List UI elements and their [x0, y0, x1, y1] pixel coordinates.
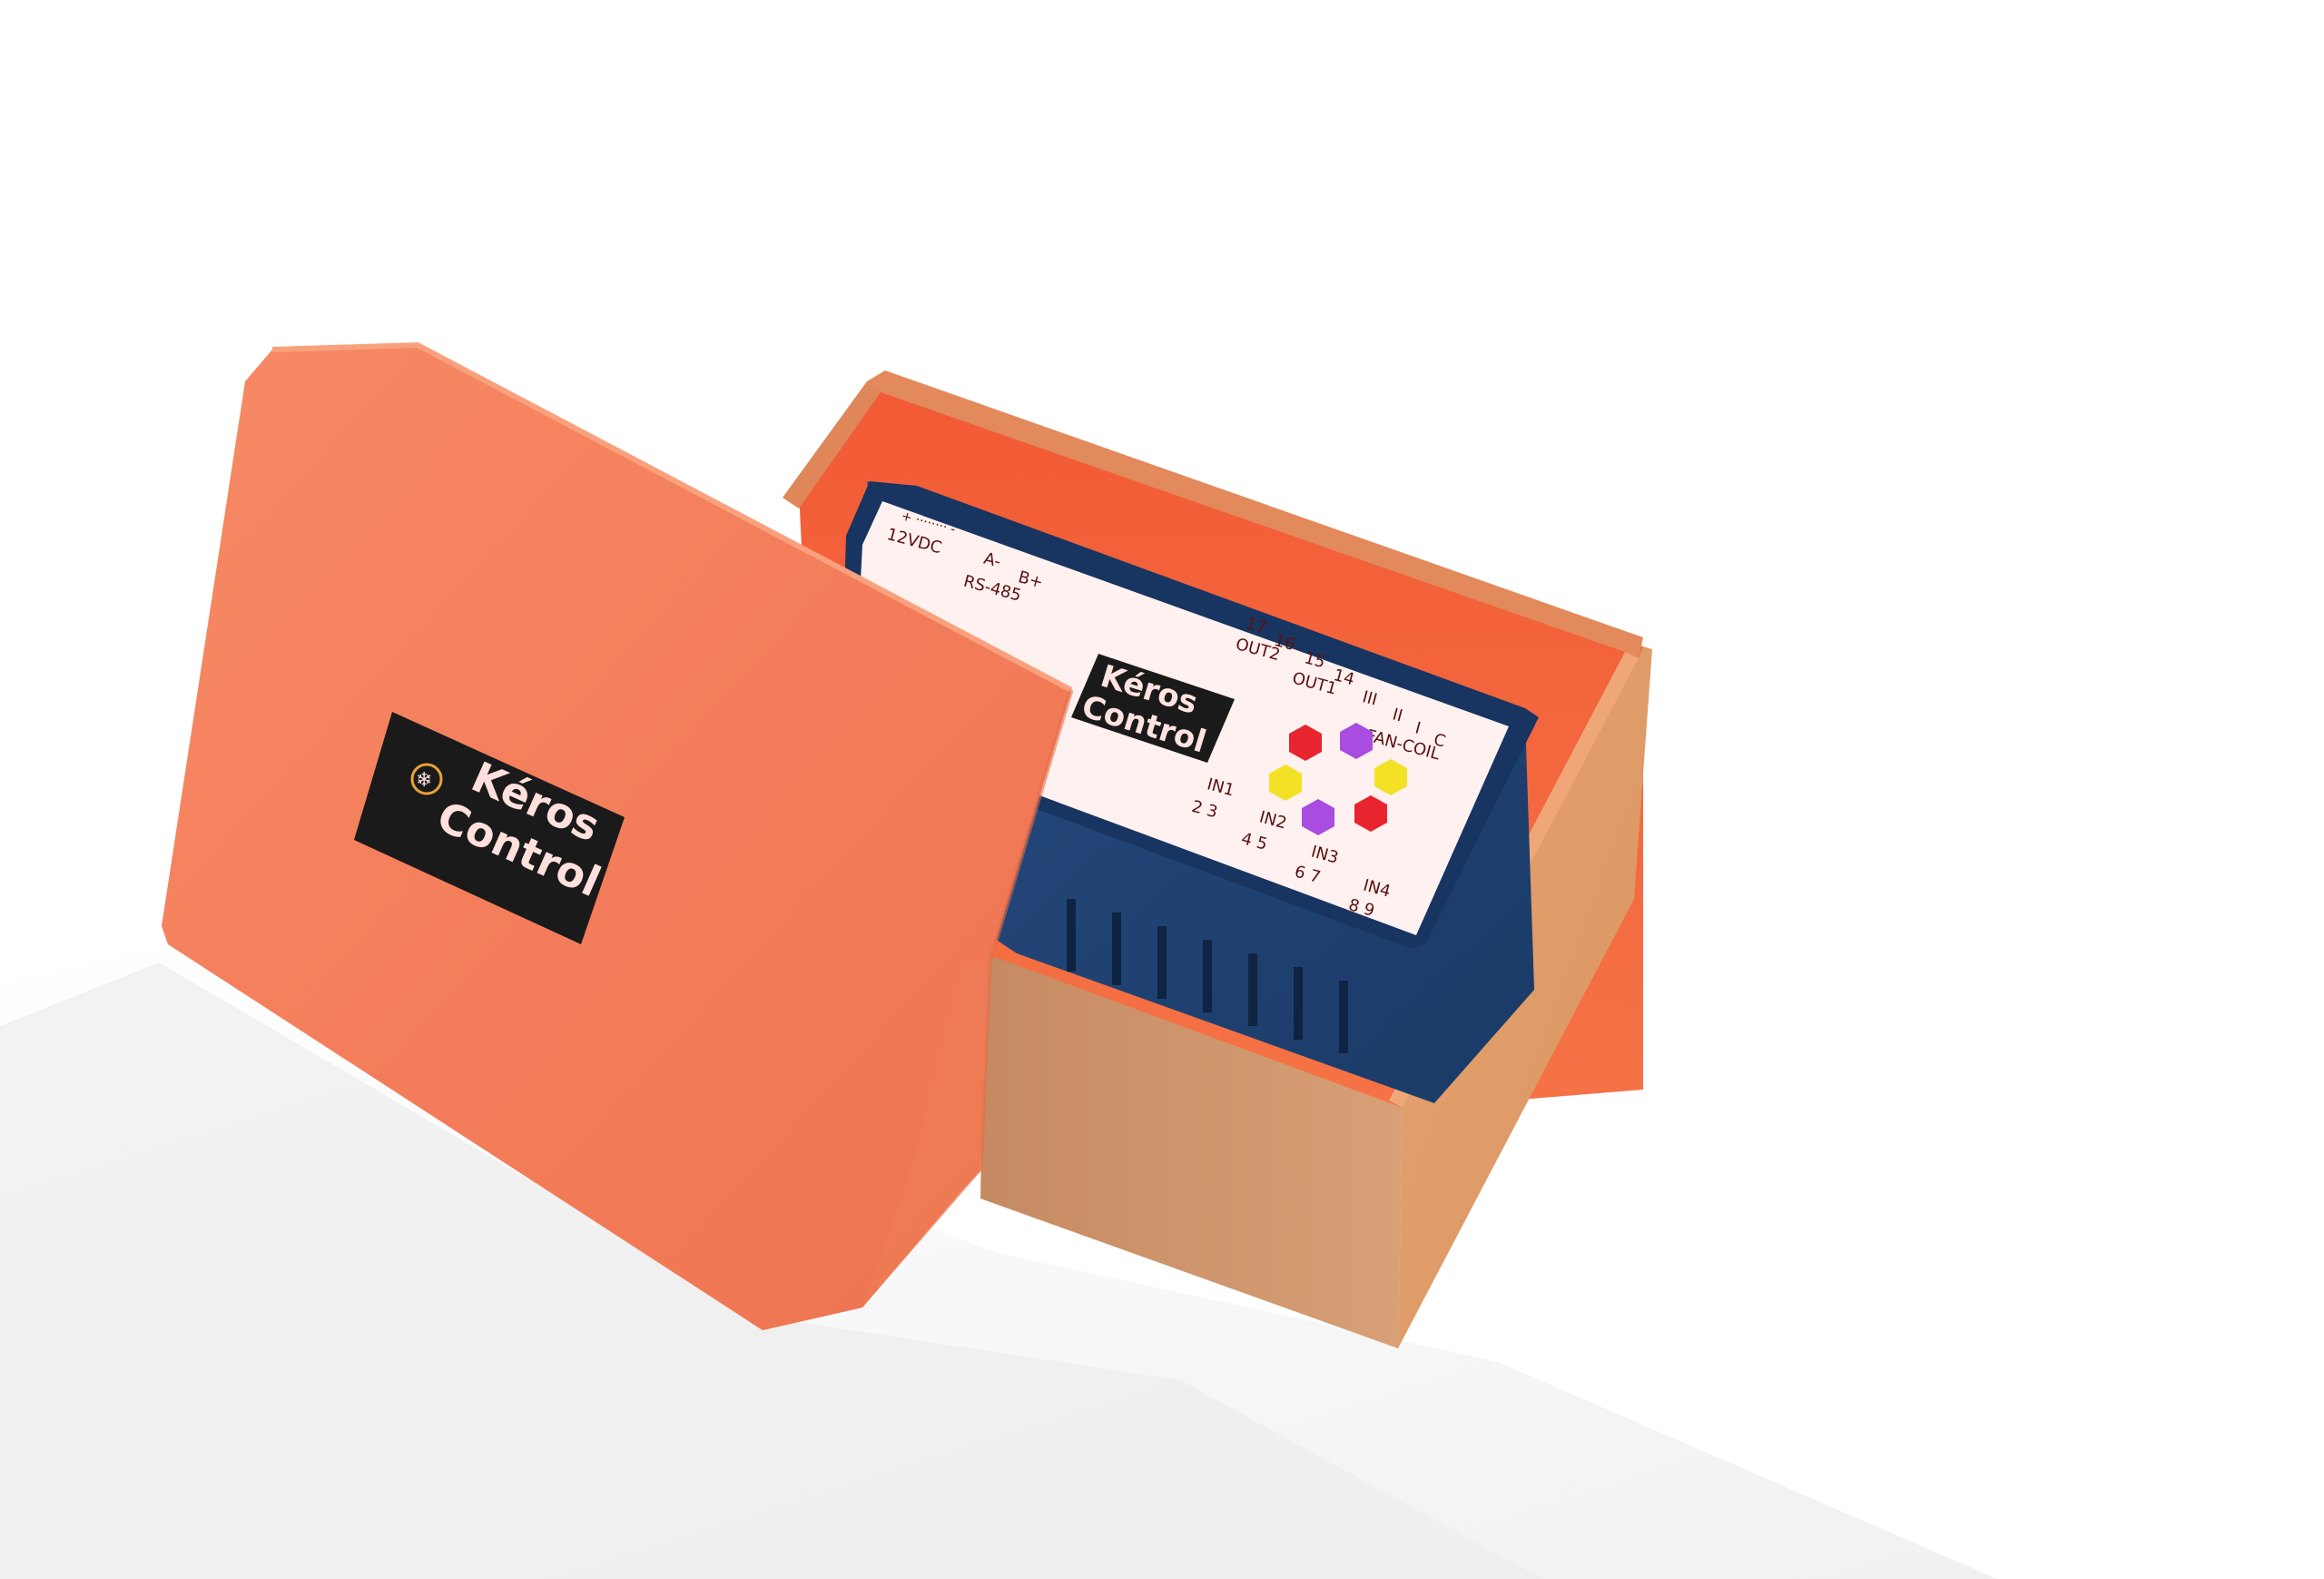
- fan-snowflake-icon: ❄: [416, 769, 432, 792]
- product-render: Kéros Control + ········ - 12VDC A- B+ R…: [0, 341, 1997, 1579]
